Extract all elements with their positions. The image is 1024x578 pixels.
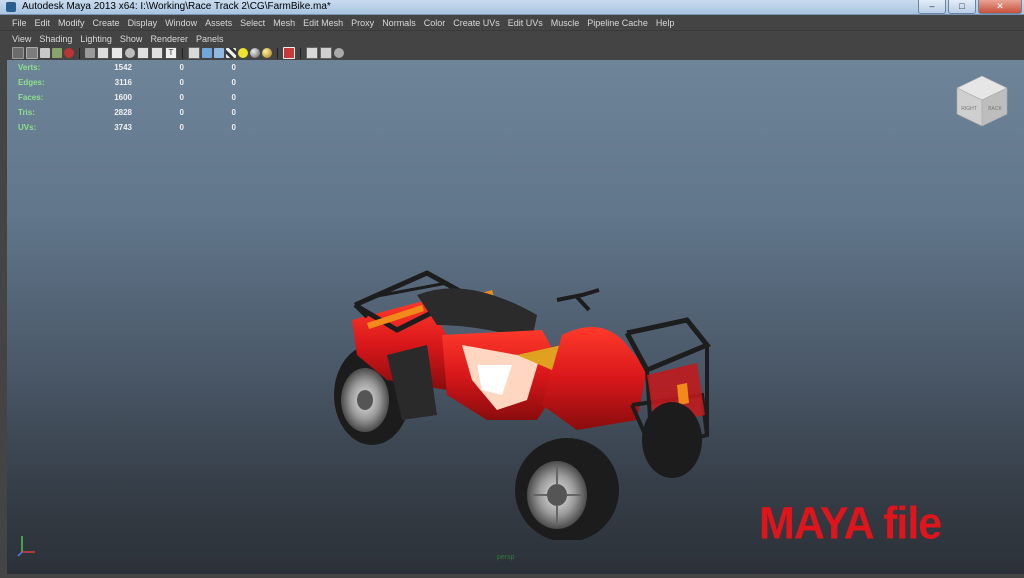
menu-select[interactable]: Select xyxy=(236,15,269,31)
hud-value: 1542 xyxy=(114,63,132,72)
wireframe-icon[interactable] xyxy=(85,48,95,58)
isolate-select-icon[interactable]: T xyxy=(165,47,177,59)
menu-modify[interactable]: Modify xyxy=(54,15,89,31)
hud-row-tris: Tris: 2828 0 0 xyxy=(18,105,236,120)
main-menu-bar: File Edit Modify Create Display Window A… xyxy=(0,15,1024,31)
panel-menu-renderer[interactable]: Renderer xyxy=(146,34,192,44)
cube-icon[interactable] xyxy=(188,47,200,59)
hud-row-edges: Edges: 3116 0 0 xyxy=(18,75,236,90)
hud-selected: 0 xyxy=(179,93,184,102)
textured-icon[interactable] xyxy=(111,47,123,59)
bookmark-icon[interactable] xyxy=(40,48,50,58)
viewcube-back-label: BACK xyxy=(988,106,1002,112)
hud-component: 0 xyxy=(231,78,236,87)
hud-value: 3116 xyxy=(114,78,132,87)
menu-muscle[interactable]: Muscle xyxy=(547,15,584,31)
hud-row-verts: Verts: 1542 0 0 xyxy=(18,60,236,75)
menu-display[interactable]: Display xyxy=(124,15,162,31)
close-button[interactable]: ✕ xyxy=(978,0,1022,14)
menu-window[interactable]: Window xyxy=(161,15,201,31)
menu-color[interactable]: Color xyxy=(420,15,450,31)
grid-icon[interactable] xyxy=(64,48,74,58)
view-cube[interactable]: RIGHT BACK xyxy=(955,74,1009,128)
panel-menu-view[interactable]: View xyxy=(8,34,35,44)
atv-3d-model xyxy=(334,270,712,540)
maximize-button[interactable]: □ xyxy=(948,0,976,14)
panel-menu-show[interactable]: Show xyxy=(116,34,147,44)
viewcube-right-label: RIGHT xyxy=(961,106,977,112)
hierarchy-icon[interactable] xyxy=(334,48,344,58)
hud-row-uvs: UVs: 3743 0 0 xyxy=(18,120,236,135)
menu-edit[interactable]: Edit xyxy=(31,15,55,31)
hud-component: 0 xyxy=(231,108,236,117)
menu-create-uvs[interactable]: Create UVs xyxy=(449,15,504,31)
menu-create[interactable]: Create xyxy=(89,15,124,31)
two-cubes-icon[interactable] xyxy=(320,47,332,59)
hud-label: Verts: xyxy=(18,63,41,72)
hud-selected: 0 xyxy=(179,123,184,132)
hud-component: 0 xyxy=(231,123,236,132)
cube-shaded-icon[interactable] xyxy=(202,48,212,58)
menu-proxy[interactable]: Proxy xyxy=(347,15,378,31)
hud-label: Edges: xyxy=(18,78,45,87)
menu-help[interactable]: Help xyxy=(652,15,679,31)
hud-value: 3743 xyxy=(114,123,132,132)
image-plane-icon[interactable] xyxy=(52,48,62,58)
perspective-viewport[interactable]: Verts: 1542 0 0 Edges: 3116 0 0 Faces: 1… xyxy=(7,60,1024,574)
window-controls: – □ ✕ xyxy=(918,0,1022,14)
panel-menu-bar: View Shading Lighting Show Renderer Pane… xyxy=(0,31,1024,46)
shadows-icon[interactable] xyxy=(137,47,149,59)
cube-outline-icon[interactable] xyxy=(306,47,318,59)
hud-component: 0 xyxy=(231,93,236,102)
hud-label: Tris: xyxy=(18,108,35,117)
panel-menu-panels[interactable]: Panels xyxy=(192,34,228,44)
hud-selected: 0 xyxy=(179,108,184,117)
left-shelf-edge xyxy=(0,60,7,574)
bulb-icon[interactable] xyxy=(238,48,248,58)
menu-pipeline-cache[interactable]: Pipeline Cache xyxy=(583,15,652,31)
axis-indicator-icon xyxy=(17,536,35,557)
hud-label: Faces: xyxy=(18,93,44,102)
default-lighting-icon[interactable] xyxy=(125,48,135,58)
checker-icon[interactable] xyxy=(226,48,236,58)
sphere-icon[interactable] xyxy=(250,48,260,58)
hud-value: 2828 xyxy=(114,108,132,117)
toolbar-separator xyxy=(182,47,183,59)
select-camera-icon[interactable] xyxy=(12,47,24,59)
cube-wire-icon[interactable] xyxy=(214,48,224,58)
xray-icon[interactable] xyxy=(151,47,163,59)
maya-app-icon xyxy=(6,2,16,12)
toolbar-separator xyxy=(277,47,278,59)
panel-menu-lighting[interactable]: Lighting xyxy=(76,34,116,44)
hud-component: 0 xyxy=(231,63,236,72)
toolbar-separator xyxy=(79,47,80,59)
minimize-button[interactable]: – xyxy=(918,0,946,14)
hud-selected: 0 xyxy=(179,78,184,87)
menu-edit-uvs[interactable]: Edit UVs xyxy=(504,15,547,31)
xray-joint-icon[interactable] xyxy=(283,47,295,59)
poly-count-hud: Verts: 1542 0 0 Edges: 3116 0 0 Faces: 1… xyxy=(18,60,236,135)
camera-attributes-icon[interactable] xyxy=(26,47,38,59)
bottom-edge xyxy=(0,574,1024,578)
window-title: Autodesk Maya 2013 x64: I:\Working\Race … xyxy=(22,1,331,12)
hud-row-faces: Faces: 1600 0 0 xyxy=(18,90,236,105)
toolbar-separator xyxy=(300,47,301,59)
panel-header: View Shading Lighting Show Renderer Pane… xyxy=(0,31,1024,60)
menu-assets[interactable]: Assets xyxy=(201,15,236,31)
maya-file-overlay-label: MAYA file xyxy=(759,498,942,550)
hud-label: UVs: xyxy=(18,123,37,132)
menu-mesh[interactable]: Mesh xyxy=(269,15,299,31)
menu-edit-mesh[interactable]: Edit Mesh xyxy=(299,15,347,31)
camera-name-label: persp xyxy=(497,554,515,561)
panel-toolbar: T xyxy=(0,46,1024,60)
menu-normals[interactable]: Normals xyxy=(378,15,420,31)
hud-value: 1600 xyxy=(114,93,132,102)
gold-sphere-icon[interactable] xyxy=(262,48,272,58)
smooth-shade-icon[interactable] xyxy=(97,47,109,59)
menu-file[interactable]: File xyxy=(8,15,31,31)
panel-menu-shading[interactable]: Shading xyxy=(35,34,76,44)
title-bar: Autodesk Maya 2013 x64: I:\Working\Race … xyxy=(0,0,1024,15)
hud-selected: 0 xyxy=(179,63,184,72)
